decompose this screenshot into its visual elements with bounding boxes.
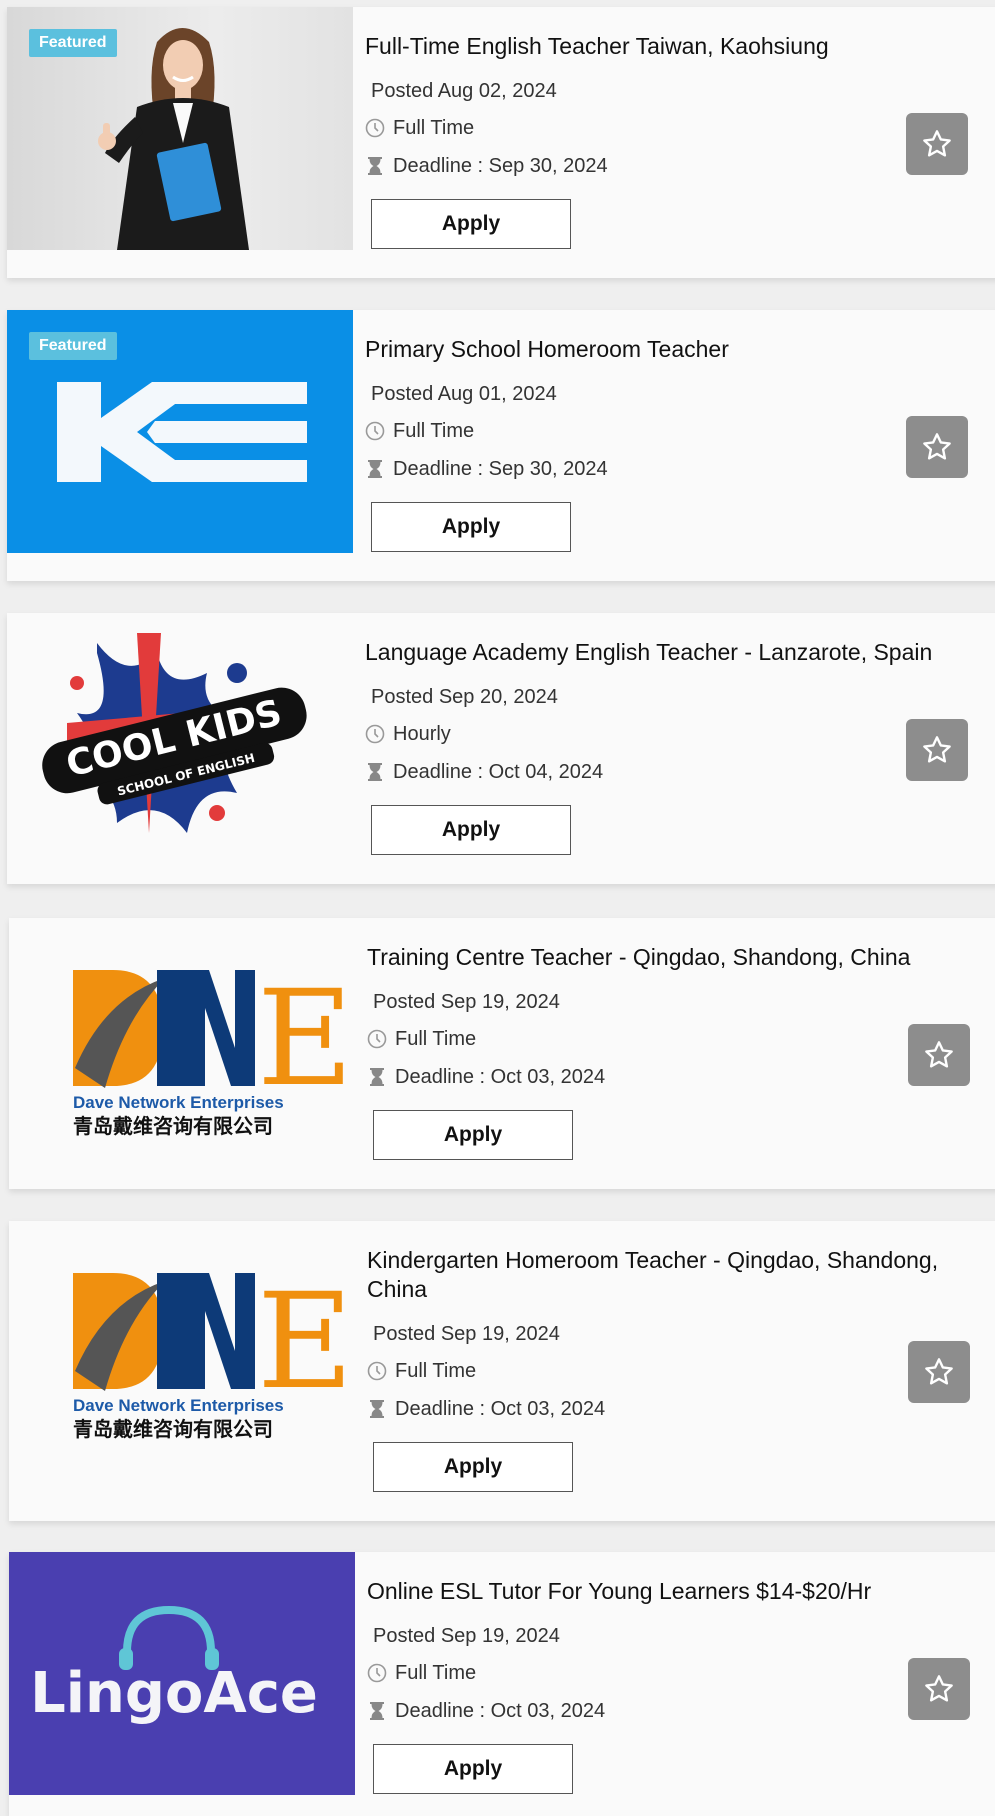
hourglass-icon [370,1068,384,1086]
job-type-label: Full Time [393,419,475,442]
logo-text: LingoAce [30,1661,318,1726]
deadline-label: Deadline : Oct 03, 2024 [395,1065,606,1088]
job-title[interactable]: Language Academy English Teacher - Lanza… [365,638,985,667]
job-deadline: Deadline : Sep 30, 2024 [365,455,608,483]
deadline-label: Deadline : Oct 03, 2024 [395,1699,606,1722]
posted-date: Posted Aug 01, 2024 [371,382,557,405]
job-type-label: Full Time [395,1661,477,1684]
job-title[interactable]: Full-Time English Teacher Taiwan, Kaohsi… [365,32,985,61]
job-thumbnail[interactable]: E Dave Network Enterprises 青岛戴维咨询有限公司 [9,1221,355,1464]
job-thumbnail[interactable]: Featured [7,310,353,553]
logo-text: Dave Network Enterprises [73,1396,284,1415]
posted-date: Posted Sep 19, 2024 [373,1624,560,1647]
posted-date: Posted Aug 02, 2024 [371,79,557,102]
job-type: Hourly [365,720,451,748]
job-deadline: Deadline : Oct 03, 2024 [367,1697,605,1725]
job-card: E Dave Network Enterprises 青岛戴维咨询有限公司 Ki… [9,1221,995,1521]
deadline-label: Deadline : Oct 03, 2024 [395,1397,606,1420]
hourglass-icon [368,460,382,478]
hourglass-icon [368,157,382,175]
apply-button[interactable]: Apply [371,805,571,855]
hourglass-icon [368,763,382,781]
dne-logo: E Dave Network Enterprises 青岛戴维咨询有限公司 [73,1265,353,1441]
job-type: Full Time [367,1659,476,1687]
logo-subtext: 青岛戴维咨询有限公司 [73,1114,273,1138]
apply-button[interactable]: Apply [373,1110,573,1160]
star-icon [925,1041,953,1068]
clock-icon [365,118,385,138]
job-card: Featured Full-Time English Teacher Taiwa… [7,7,995,278]
star-icon [923,130,951,157]
job-card: E Dave Network Enterprises 青岛戴维咨询有限公司 Tr… [9,918,995,1189]
favorite-button[interactable] [906,113,968,175]
job-type: Full Time [367,1357,476,1385]
favorite-button[interactable] [906,416,968,478]
logo-subtext: 青岛戴维咨询有限公司 [73,1417,273,1441]
job-title[interactable]: Kindergarten Homeroom Teacher - Qingdao,… [367,1246,987,1304]
deadline-label: Deadline : Sep 30, 2024 [393,457,608,480]
dne-logo: E Dave Network Enterprises 青岛戴维咨询有限公司 [73,962,353,1138]
job-thumbnail[interactable]: LingoAce [9,1552,355,1795]
star-icon [923,736,951,763]
job-title[interactable]: Training Centre Teacher - Qingdao, Shand… [367,943,987,972]
job-thumbnail[interactable]: COOL KIDS SCHOOL OF ENGLISH [7,613,353,856]
apply-button[interactable]: Apply [371,502,571,552]
deadline-label: Deadline : Oct 04, 2024 [393,760,604,783]
job-deadline: Deadline : Oct 04, 2024 [365,758,603,786]
clock-icon [365,421,385,441]
clock-icon [365,724,385,744]
favorite-button[interactable] [908,1024,970,1086]
featured-badge: Featured [29,332,117,360]
posted-date: Posted Sep 20, 2024 [371,685,558,708]
job-type: Full Time [365,114,474,142]
star-icon [923,433,951,460]
lingoace-logo: LingoAce [30,1605,318,1726]
hourglass-icon [370,1702,384,1720]
logo-text: Dave Network Enterprises [73,1093,284,1112]
job-type: Full Time [365,417,474,445]
star-icon [925,1358,953,1385]
job-title[interactable]: Online ESL Tutor For Young Learners $14-… [367,1577,987,1606]
job-deadline: Deadline : Sep 30, 2024 [365,152,608,180]
job-thumbnail[interactable]: Featured [7,7,353,250]
job-card: LingoAce Online ESL Tutor For Young Lear… [9,1552,995,1816]
job-thumbnail[interactable]: E Dave Network Enterprises 青岛戴维咨询有限公司 [9,918,355,1161]
job-type-label: Full Time [395,1359,477,1382]
job-title[interactable]: Primary School Homeroom Teacher [365,335,985,364]
hourglass-icon [370,1400,384,1418]
apply-button[interactable]: Apply [373,1744,573,1794]
posted-date: Posted Sep 19, 2024 [373,990,560,1013]
apply-button[interactable]: Apply [371,199,571,249]
job-type: Full Time [367,1025,476,1053]
featured-badge: Featured [29,29,117,57]
favorite-button[interactable] [908,1341,970,1403]
job-type-label: Hourly [393,722,451,745]
star-icon [925,1675,953,1702]
favorite-button[interactable] [906,719,968,781]
posted-date: Posted Sep 19, 2024 [373,1322,560,1345]
clock-icon [367,1361,387,1381]
job-card: COOL KIDS SCHOOL OF ENGLISH Language Aca… [7,613,995,884]
job-card: Featured Primary School Homeroom Teacher… [7,310,995,581]
clock-icon [367,1663,387,1683]
job-type-label: Full Time [393,116,475,139]
job-deadline: Deadline : Oct 03, 2024 [367,1395,605,1423]
clock-icon [367,1029,387,1049]
job-deadline: Deadline : Oct 03, 2024 [367,1063,605,1091]
cool-kids-logo: COOL KIDS SCHOOL OF ENGLISH [42,633,307,833]
favorite-button[interactable] [908,1658,970,1720]
apply-button[interactable]: Apply [373,1442,573,1492]
deadline-label: Deadline : Sep 30, 2024 [393,154,608,177]
job-type-label: Full Time [395,1027,477,1050]
